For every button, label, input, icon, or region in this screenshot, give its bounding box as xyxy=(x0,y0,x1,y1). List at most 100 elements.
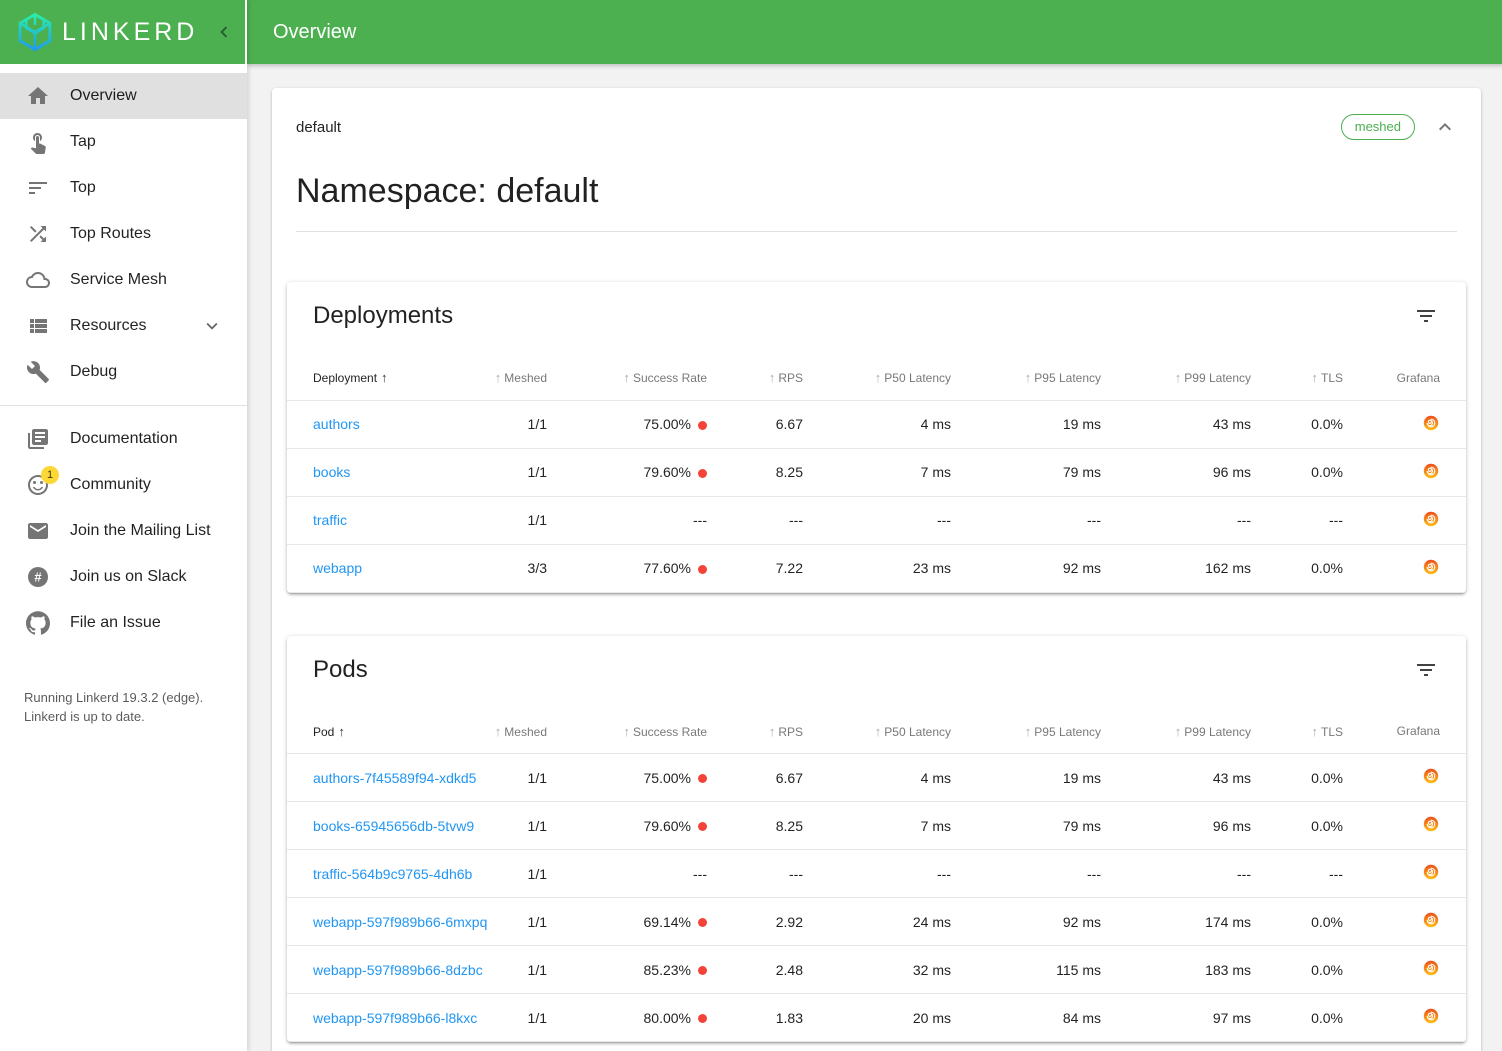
column-header-deployment[interactable]: Deployment↑ xyxy=(287,356,487,400)
success-rate-status-dot xyxy=(698,966,707,975)
column-header-p95-latency[interactable]: ↑P95 Latency xyxy=(951,356,1101,400)
grafana-cell xyxy=(1343,448,1466,496)
success-rate-status-dot xyxy=(698,565,707,574)
column-header-meshed[interactable]: ↑Meshed xyxy=(487,356,547,400)
pod-row: traffic-564b9c9765-4dh6b1/1-------------… xyxy=(287,850,1466,898)
sidebar-item-join-us-on-slack[interactable]: #Join us on Slack xyxy=(0,554,247,600)
rps-cell: 8.25 xyxy=(707,448,803,496)
success-rate-cell: 69.14% xyxy=(547,898,707,946)
meshed-cell: 1/1 xyxy=(487,946,547,994)
column-header-p99-latency[interactable]: ↑P99 Latency xyxy=(1101,356,1251,400)
sidebar: LINKERD OverviewTapTopTop RoutesService … xyxy=(0,0,247,1051)
column-header-p95-latency[interactable]: ↑P95 Latency xyxy=(951,710,1101,754)
column-header-meshed[interactable]: ↑Meshed xyxy=(487,710,547,754)
home-icon xyxy=(26,84,50,108)
deployment-link[interactable]: books xyxy=(313,464,350,480)
grafana-icon[interactable] xyxy=(1422,1007,1440,1025)
grafana-icon[interactable] xyxy=(1422,510,1440,528)
p95-cell: 115 ms xyxy=(951,946,1101,994)
pod-link[interactable]: webapp-597f989b66-l8kxc xyxy=(313,1010,477,1026)
grafana-icon[interactable] xyxy=(1422,959,1440,977)
filter-button[interactable] xyxy=(1414,658,1438,682)
grafana-icon[interactable] xyxy=(1422,863,1440,881)
grafana-icon[interactable] xyxy=(1422,414,1440,432)
sort-arrow-icon: ↑ xyxy=(875,370,882,385)
namespace-title: Namespace: default xyxy=(296,172,1457,211)
column-header-success-rate[interactable]: ↑Success Rate xyxy=(547,356,707,400)
sidebar-item-label: Top xyxy=(70,179,96,197)
sidebar-item-tap[interactable]: Tap xyxy=(0,119,247,165)
sidebar-item-label: Tap xyxy=(70,133,96,151)
rps-cell: --- xyxy=(707,850,803,898)
deployment-link[interactable]: authors xyxy=(313,416,360,432)
sidebar-item-community[interactable]: 1Community xyxy=(0,462,247,508)
pod-link[interactable]: traffic-564b9c9765-4dh6b xyxy=(313,866,472,882)
collapse-panel-button[interactable] xyxy=(1433,115,1457,139)
filter-button[interactable] xyxy=(1414,304,1438,328)
rps-cell: --- xyxy=(707,496,803,544)
column-header-p50-latency[interactable]: ↑P50 Latency xyxy=(803,710,951,754)
sidebar-item-overview[interactable]: Overview xyxy=(0,73,247,119)
success-rate-cell: 77.60% xyxy=(547,544,707,592)
update-status-text: Linkerd is up to date. xyxy=(24,707,223,726)
pod-link[interactable]: authors-7f45589f94-xdkd5 xyxy=(313,770,476,786)
pod-link[interactable]: webapp-597f989b66-6mxpq xyxy=(313,914,487,930)
meshed-cell: 1/1 xyxy=(487,496,547,544)
grafana-icon[interactable] xyxy=(1422,911,1440,929)
p50-cell: 32 ms xyxy=(803,946,951,994)
wrench-icon xyxy=(26,360,50,384)
sidebar-item-debug[interactable]: Debug xyxy=(0,349,247,395)
main-content: default meshed Namespace: default Deploy… xyxy=(247,64,1502,1051)
column-header-pod[interactable]: Pod↑ xyxy=(287,710,487,754)
meshed-cell: 1/1 xyxy=(487,850,547,898)
namespace-subtitle: default xyxy=(296,119,341,136)
svg-text:#: # xyxy=(34,570,42,585)
pod-link[interactable]: books-65945656db-5tvw9 xyxy=(313,818,474,834)
sidebar-divider xyxy=(0,405,247,406)
sort-arrow-icon: ↑ xyxy=(1175,724,1182,739)
p50-cell: 4 ms xyxy=(803,754,951,802)
sidebar-item-top[interactable]: Top xyxy=(0,165,247,211)
deployments-table: Deployment↑↑Meshed↑Success Rate↑RPS↑P50 … xyxy=(287,356,1466,593)
deployment-link[interactable]: webapp xyxy=(313,560,362,576)
sidebar-item-file-an-issue[interactable]: File an Issue xyxy=(0,600,247,646)
deployments-card-title: Deployments xyxy=(313,302,453,330)
smiley-icon: 1 xyxy=(26,473,50,497)
grafana-icon[interactable] xyxy=(1422,767,1440,785)
linkerd-logo-icon xyxy=(14,11,56,53)
meshed-cell: 1/1 xyxy=(487,400,547,448)
sidebar-item-resources[interactable]: Resources xyxy=(0,303,247,349)
sidebar-collapse-icon[interactable] xyxy=(213,21,235,43)
rps-cell: 7.22 xyxy=(707,544,803,592)
p50-cell: 7 ms xyxy=(803,802,951,850)
p99-cell: 96 ms xyxy=(1101,802,1251,850)
p99-cell: --- xyxy=(1101,496,1251,544)
column-header-p99-latency[interactable]: ↑P99 Latency xyxy=(1101,710,1251,754)
column-header-success-rate[interactable]: ↑Success Rate xyxy=(547,710,707,754)
sidebar-links: Documentation1CommunityJoin the Mailing … xyxy=(0,416,247,646)
deployment-name-cell: webapp xyxy=(287,544,487,592)
column-header-rps[interactable]: ↑RPS xyxy=(707,710,803,754)
grafana-icon[interactable] xyxy=(1422,558,1440,576)
column-header-tls[interactable]: ↑TLS xyxy=(1251,356,1343,400)
grafana-cell xyxy=(1343,544,1466,592)
pod-link[interactable]: webapp-597f989b66-8dzbc xyxy=(313,962,483,978)
chevron-down-icon[interactable] xyxy=(201,315,223,337)
column-header-tls[interactable]: ↑TLS xyxy=(1251,710,1343,754)
column-header-p50-latency[interactable]: ↑P50 Latency xyxy=(803,356,951,400)
sidebar-item-documentation[interactable]: Documentation xyxy=(0,416,247,462)
column-header-grafana: Grafana xyxy=(1343,356,1466,400)
p50-cell: --- xyxy=(803,496,951,544)
filter-list-icon xyxy=(1414,304,1438,328)
grafana-icon[interactable] xyxy=(1422,462,1440,480)
deployments-card: Deployments Deployment↑↑Meshed↑Success R… xyxy=(287,282,1466,593)
p95-cell: 79 ms xyxy=(951,448,1101,496)
p95-cell: 19 ms xyxy=(951,400,1101,448)
grafana-icon[interactable] xyxy=(1422,815,1440,833)
sort-bars-icon xyxy=(26,176,50,200)
sidebar-item-service-mesh[interactable]: Service Mesh xyxy=(0,257,247,303)
sidebar-item-join-the-mailing-list[interactable]: Join the Mailing List xyxy=(0,508,247,554)
column-header-rps[interactable]: ↑RPS xyxy=(707,356,803,400)
deployment-link[interactable]: traffic xyxy=(313,512,347,528)
sidebar-item-top-routes[interactable]: Top Routes xyxy=(0,211,247,257)
